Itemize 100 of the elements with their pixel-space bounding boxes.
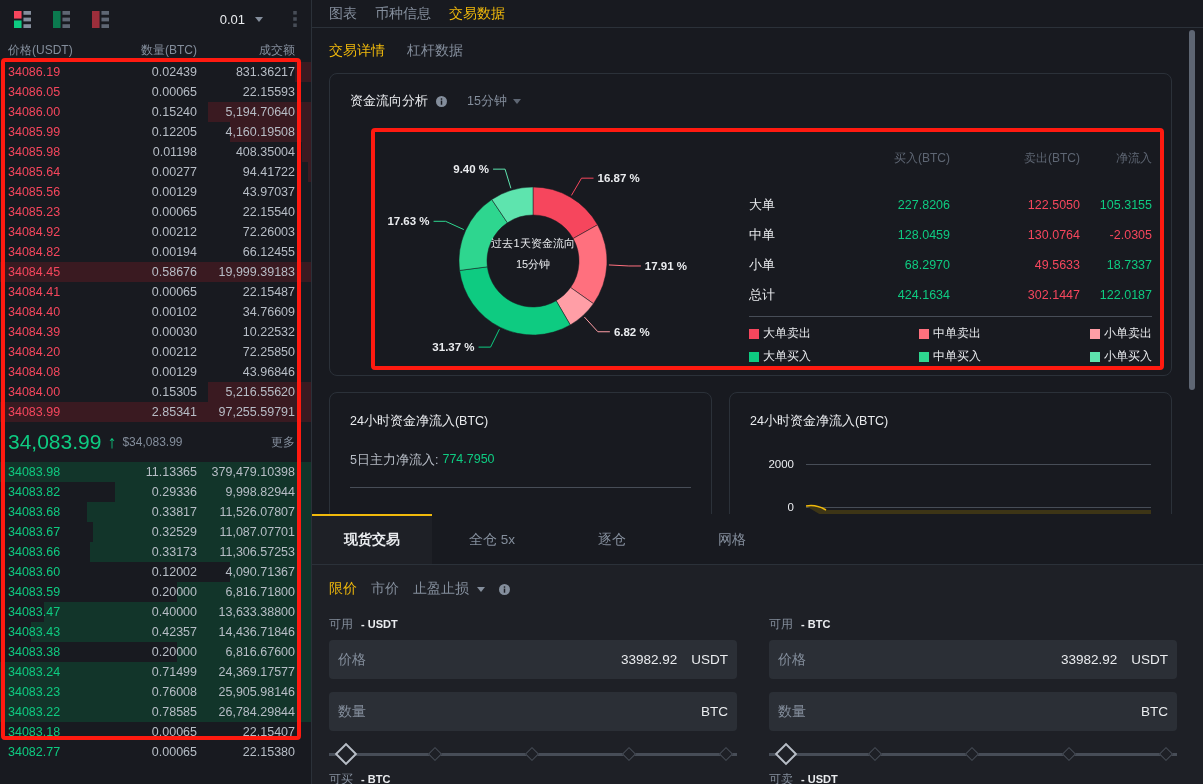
donut-center-subtitle: 15分钟: [515, 257, 551, 272]
info-icon[interactable]: [499, 583, 510, 595]
ask-quantity: 0.02439: [150, 65, 197, 79]
available-value: - BTC: [801, 618, 831, 630]
legend-label: 大单卖出: [763, 325, 811, 342]
net-value: 105.3155: [1098, 198, 1152, 212]
five-day-value: 774.7950: [442, 452, 495, 468]
bid-total: 14,436.71846: [217, 625, 295, 639]
price-field[interactable]: 价格 33982.92 USDT: [769, 640, 1177, 679]
bid-total: 24,369.17577: [217, 665, 295, 679]
percent-label: 17.91 %: [644, 259, 688, 272]
precision-dropdown[interactable]: 0.01: [219, 11, 263, 27]
buy-value: 128.0459: [896, 228, 950, 242]
both-sides-view-icon[interactable]: [14, 10, 31, 28]
buy-value: 68.2970: [903, 258, 950, 272]
legend-label: 小单卖出: [1104, 325, 1152, 342]
bid-price: 34083.68: [8, 505, 62, 519]
order-type-tab[interactable]: 限价: [329, 580, 357, 598]
column-header: 净流入: [1115, 150, 1152, 167]
bid-quantity: 0.33173: [150, 545, 197, 559]
bid-total: 6,816.71800: [224, 585, 295, 599]
sub-tab[interactable]: 交易详情: [329, 41, 385, 60]
legend-label: 中单买入: [933, 348, 982, 365]
caret-icon: [512, 98, 521, 104]
bid-total: 22.15380: [241, 745, 295, 759]
ask-total: 72.26003: [241, 225, 295, 239]
row-label: 大单: [749, 196, 776, 214]
ask-total: 19,999.39183: [217, 265, 295, 279]
bid-total: 11,526.07807: [218, 505, 295, 519]
ask-quantity: 0.00212: [150, 345, 197, 359]
info-icon[interactable]: [436, 95, 447, 107]
buy-value: 424.1634: [896, 288, 950, 302]
asks-view-icon[interactable]: [92, 10, 109, 28]
more-link[interactable]: 更多: [271, 433, 295, 451]
bid-price: 34083.67: [8, 525, 62, 539]
ask-total: 831.36217: [234, 65, 295, 79]
bid-price: 34083.82: [8, 485, 62, 499]
trade-tab[interactable]: 全仓 5x: [432, 514, 552, 564]
ask-price: 34084.39: [8, 325, 62, 339]
bid-quantity: 0.32529: [150, 525, 197, 539]
interval-dropdown[interactable]: 15分钟: [467, 92, 521, 110]
amount-field[interactable]: 数量 BTC: [769, 692, 1177, 731]
available-label: 可用: [769, 615, 793, 633]
bids-view-icon[interactable]: [53, 10, 70, 28]
field-value: 33982.92: [620, 652, 678, 667]
tab[interactable]: 图表: [329, 4, 357, 23]
tab[interactable]: 币种信息: [375, 4, 431, 23]
available-value: - BTC: [361, 773, 391, 784]
order-type-tab[interactable]: 止盈止损: [413, 580, 485, 598]
ask-quantity: 0.00102: [150, 305, 197, 319]
bid-total: 26,784.29844: [217, 705, 295, 719]
trade-tab[interactable]: 现货交易: [312, 514, 432, 564]
bid-total: 11,306.57253: [218, 545, 295, 559]
more-icon[interactable]: [293, 11, 297, 27]
ask-quantity: 0.00212: [150, 225, 197, 239]
leader-line: [492, 168, 512, 189]
bid-total: 25,905.98146: [217, 685, 295, 699]
column-header: 价格(USDT): [8, 41, 74, 59]
ask-price: 34085.23: [8, 205, 62, 219]
available-value: - USDT: [361, 618, 398, 630]
amount-field[interactable]: 数量 BTC: [329, 692, 737, 731]
sell-value: 302.1447: [1026, 288, 1080, 302]
bid-price: 34082.77: [8, 745, 62, 759]
bid-total: 379,479.10398: [210, 465, 295, 479]
unit-label: BTC: [1141, 704, 1168, 719]
field-value: 33982.92: [1060, 652, 1118, 667]
bid-total: 9,998.82944: [224, 485, 295, 499]
bid-price: 34083.22: [8, 705, 62, 719]
ask-price: 34085.99: [8, 125, 62, 139]
price-field[interactable]: 价格 33982.92 USDT: [329, 640, 737, 679]
legend-label: 小单买入: [1104, 348, 1152, 365]
scrollbar[interactable]: [1189, 30, 1195, 390]
trade-tab[interactable]: 网格: [672, 514, 792, 564]
leader-line: [570, 177, 595, 196]
order-type-tab[interactable]: 市价: [371, 580, 399, 598]
trade-tab[interactable]: 逐仓: [552, 514, 672, 564]
bid-quantity: 0.00065: [150, 725, 197, 739]
percent-label: 6.82 %: [613, 325, 650, 338]
sub-tab[interactable]: 杠杆数据: [407, 41, 463, 60]
ask-price: 34084.92: [8, 225, 62, 239]
percent-label: 31.37 %: [432, 341, 475, 354]
tab[interactable]: 交易数据: [449, 4, 505, 23]
ask-quantity: 0.00065: [150, 205, 197, 219]
bid-quantity: 11.13365: [144, 465, 197, 479]
buy-value: 227.8206: [896, 198, 950, 212]
caret-icon: [477, 586, 485, 592]
donut-center-title: 过去1天资金流向: [491, 236, 575, 251]
bid-price: 34083.60: [8, 565, 62, 579]
row-label: 中单: [749, 226, 776, 244]
bid-quantity: 0.29336: [150, 485, 197, 499]
bid-total: 22.15407: [241, 725, 295, 739]
ask-price: 34084.45: [8, 265, 62, 279]
card-title: 资金流向分析: [350, 92, 428, 110]
bid-price: 34083.24: [8, 665, 62, 679]
unit-label: BTC: [701, 704, 728, 719]
ask-price: 34083.99: [8, 405, 62, 419]
ask-quantity: 0.00129: [150, 185, 197, 199]
bid-total: 6,816.67600: [224, 645, 295, 659]
usd-price: $34,083.99: [122, 435, 183, 449]
bid-quantity: 0.71499: [150, 665, 197, 679]
